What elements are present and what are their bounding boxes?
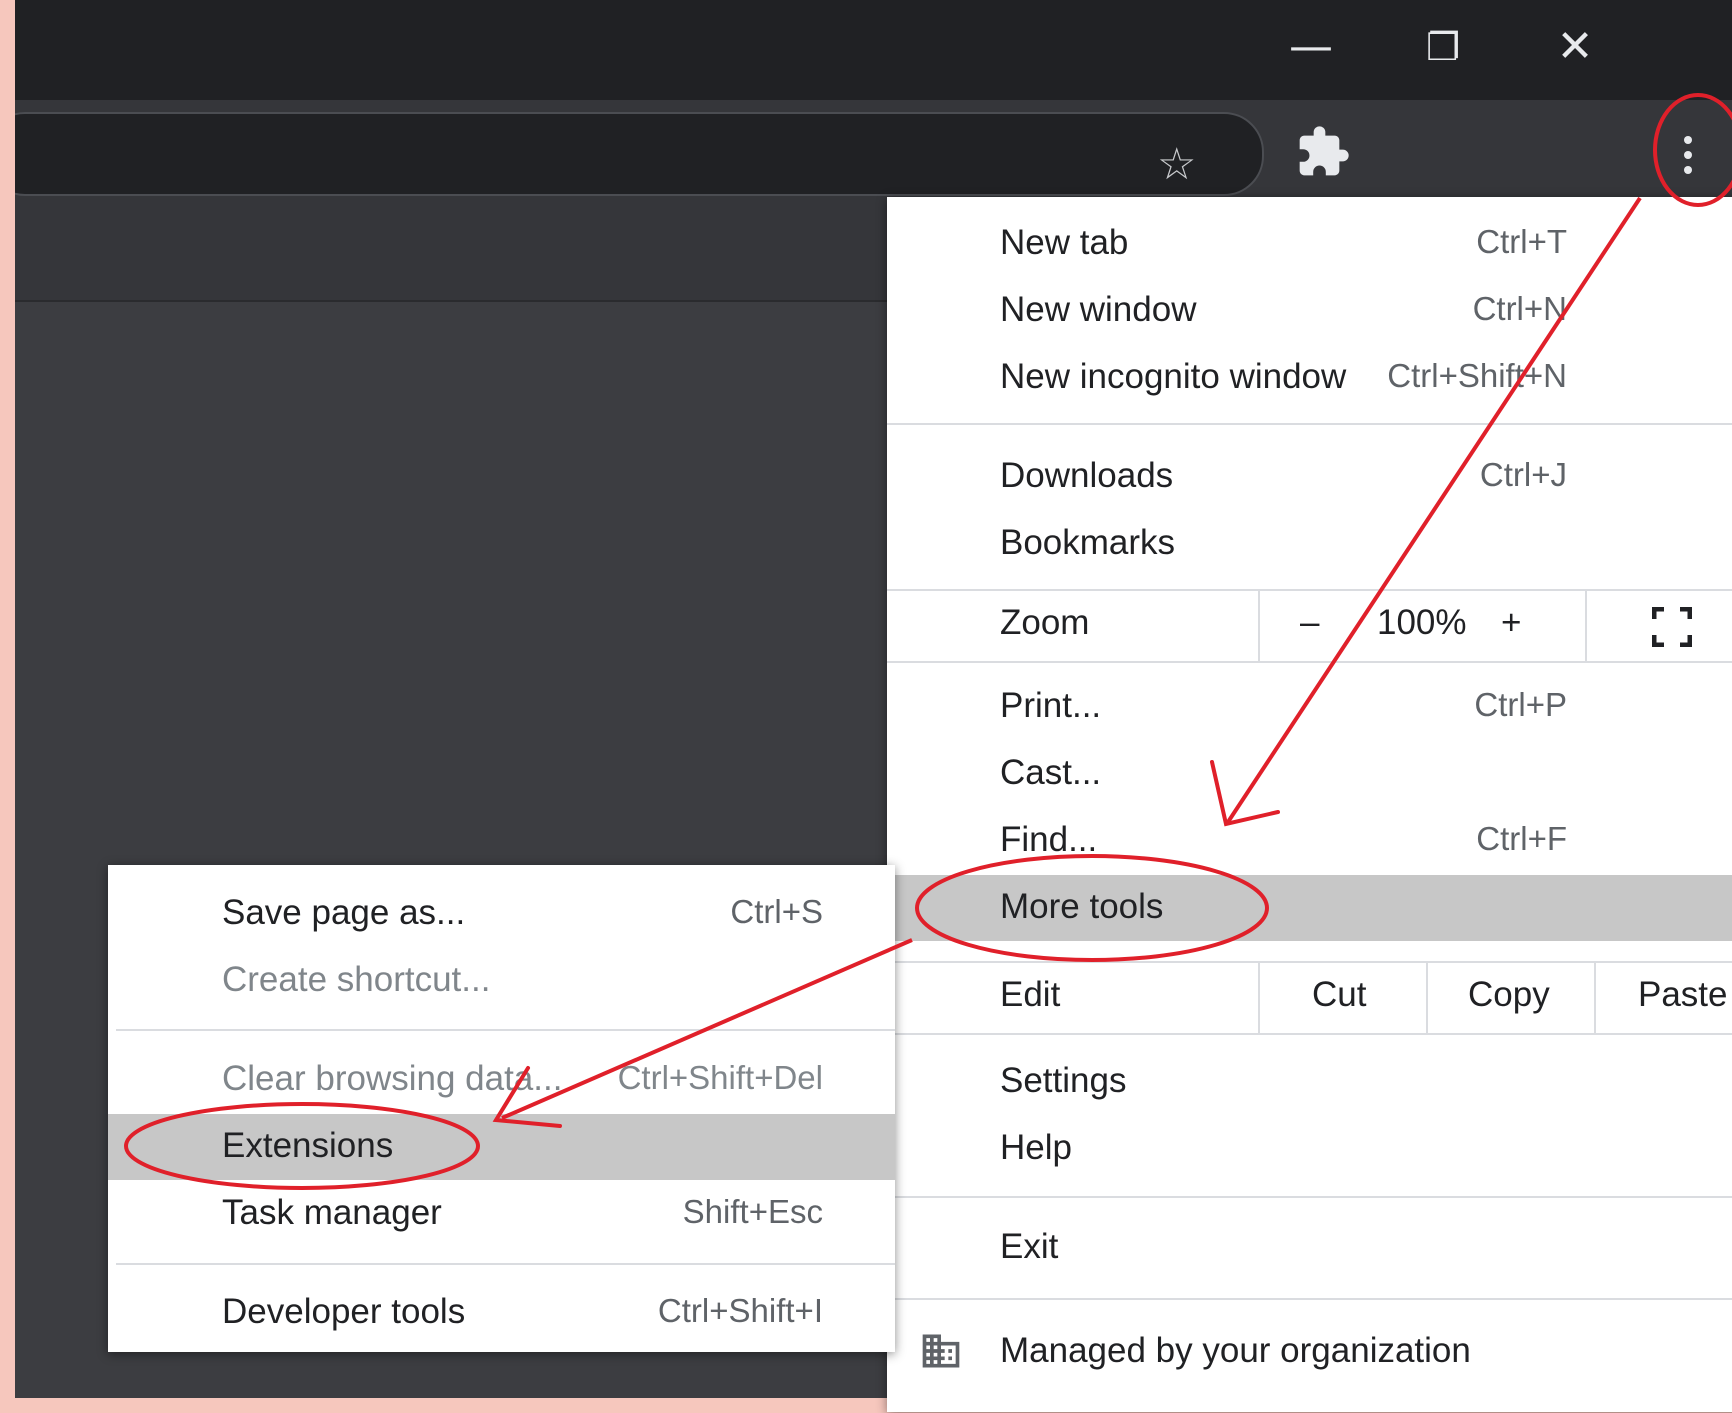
menu-divider: [887, 661, 1732, 663]
menu-item-shortcut: Shift+Esc: [682, 1193, 823, 1230]
menu-item-exit[interactable]: Exit: [887, 1215, 1732, 1281]
menu-item-settings[interactable]: Settings: [887, 1049, 1732, 1115]
menu-item-label: Downloads: [1000, 456, 1174, 495]
minimize-button[interactable]: —: [1281, 22, 1341, 72]
menu-item-help[interactable]: Help: [887, 1116, 1732, 1182]
close-button[interactable]: ✕: [1545, 22, 1605, 72]
menu-item-task-manager[interactable]: Task manager Shift+Esc: [108, 1181, 895, 1247]
menu-divider: [116, 1029, 895, 1031]
title-bar: — ❐ ✕: [15, 0, 1732, 100]
menu-dot-icon: [1684, 136, 1692, 144]
menu-item-new-tab[interactable]: New tab Ctrl+T: [887, 211, 1732, 277]
menu-item-extensions[interactable]: Extensions: [108, 1114, 895, 1180]
menu-item-label: Task manager: [222, 1193, 442, 1232]
zoom-out-button[interactable]: –: [1258, 591, 1366, 661]
menu-item-label: Cast...: [1000, 753, 1102, 792]
menu-item-find[interactable]: Find... Ctrl+F: [887, 808, 1732, 874]
menu-item-shortcut: Ctrl+F: [1476, 820, 1567, 857]
menu-item-label: Find...: [1000, 820, 1098, 859]
menu-divider: [887, 1033, 1732, 1035]
zoom-out-icon: –: [1300, 603, 1320, 642]
menu-item-save-page-as[interactable]: Save page as... Ctrl+S: [108, 881, 895, 947]
menu-item-zoom: Zoom – 100% +: [887, 591, 1732, 661]
menu-item-label: Managed by your organization: [1000, 1331, 1471, 1370]
menu-item-label: Bookmarks: [1000, 523, 1176, 562]
chrome-main-menu: New tab Ctrl+T New window Ctrl+N New inc…: [887, 197, 1732, 1412]
extensions-puzzle-icon[interactable]: [1295, 124, 1351, 180]
menu-item-label: Clear browsing data...: [222, 1059, 563, 1098]
address-bar[interactable]: ☆: [15, 112, 1264, 196]
menu-item-label: More tools: [1000, 887, 1164, 926]
paste-label: Paste: [1638, 975, 1728, 1014]
cut-label: Cut: [1312, 975, 1367, 1014]
menu-item-label: Extensions: [222, 1126, 394, 1165]
menu-item-cast[interactable]: Cast...: [887, 741, 1732, 807]
menu-item-print[interactable]: Print... Ctrl+P: [887, 674, 1732, 740]
copy-button[interactable]: Copy: [1426, 963, 1596, 1033]
chrome-menu-button[interactable]: [1679, 136, 1697, 180]
menu-item-bookmarks[interactable]: Bookmarks: [887, 511, 1732, 577]
menu-item-developer-tools[interactable]: Developer tools Ctrl+Shift+I: [108, 1280, 895, 1346]
menu-item-managed[interactable]: Managed by your organization: [887, 1319, 1732, 1385]
menu-item-label: Zoom: [1000, 603, 1090, 642]
menu-item-more-tools[interactable]: More tools: [887, 875, 1732, 941]
menu-item-clear-browsing-data: Clear browsing data... Ctrl+Shift+Del: [108, 1047, 895, 1113]
menu-item-shortcut: Ctrl+J: [1479, 456, 1567, 493]
menu-item-shortcut: Ctrl+Shift+Del: [617, 1059, 823, 1096]
menu-item-label: Create shortcut...: [222, 960, 491, 999]
menu-divider: [887, 423, 1732, 425]
menu-item-label: Developer tools: [222, 1292, 466, 1331]
menu-item-label: Exit: [1000, 1227, 1059, 1266]
menu-item-label: Settings: [1000, 1061, 1127, 1100]
menu-divider: [887, 1298, 1732, 1300]
menu-item-shortcut: Ctrl+P: [1474, 686, 1567, 723]
restore-button[interactable]: ❐: [1413, 22, 1473, 72]
menu-item-label: New tab: [1000, 223, 1129, 262]
menu-divider: [887, 1196, 1732, 1198]
zoom-level: 100%: [1377, 603, 1467, 642]
menu-divider: [116, 1263, 895, 1265]
menu-item-shortcut: Ctrl+S: [730, 893, 823, 930]
copy-label: Copy: [1468, 975, 1550, 1014]
more-tools-submenu: Save page as... Ctrl+S Create shortcut..…: [108, 865, 895, 1352]
menu-item-new-window[interactable]: New window Ctrl+N: [887, 278, 1732, 344]
menu-item-shortcut: Ctrl+T: [1476, 223, 1567, 260]
menu-item-label: Help: [1000, 1128, 1072, 1167]
menu-item-shortcut: Ctrl+Shift+I: [657, 1292, 823, 1329]
zoom-in-button[interactable]: +: [1495, 591, 1585, 661]
menu-dot-icon: [1684, 151, 1692, 159]
menu-item-new-incognito-window[interactable]: New incognito window Ctrl+Shift+N: [887, 345, 1732, 411]
menu-item-shortcut: Ctrl+Shift+N: [1387, 357, 1567, 394]
menu-item-edit: Edit Cut Copy Paste: [887, 963, 1732, 1033]
browser-toolbar: ☆: [15, 100, 1732, 200]
fullscreen-button[interactable]: [1585, 591, 1732, 661]
menu-item-label: Edit: [1000, 975, 1061, 1014]
building-icon: [922, 1334, 960, 1368]
paste-button[interactable]: Paste: [1594, 963, 1732, 1033]
zoom-in-icon: +: [1501, 603, 1522, 642]
menu-item-label: New window: [1000, 290, 1197, 329]
menu-dot-icon: [1684, 166, 1692, 174]
menu-item-label: New incognito window: [1000, 357, 1347, 396]
menu-item-label: Print...: [1000, 686, 1102, 725]
menu-item-shortcut: Ctrl+N: [1472, 290, 1567, 327]
menu-item-create-shortcut: Create shortcut...: [108, 948, 895, 1014]
cut-button[interactable]: Cut: [1258, 963, 1428, 1033]
fullscreen-icon: [1652, 607, 1692, 647]
bookmark-star-icon[interactable]: ☆: [1157, 140, 1196, 190]
menu-item-label: Save page as...: [222, 893, 466, 932]
menu-item-downloads[interactable]: Downloads Ctrl+J: [887, 444, 1732, 510]
